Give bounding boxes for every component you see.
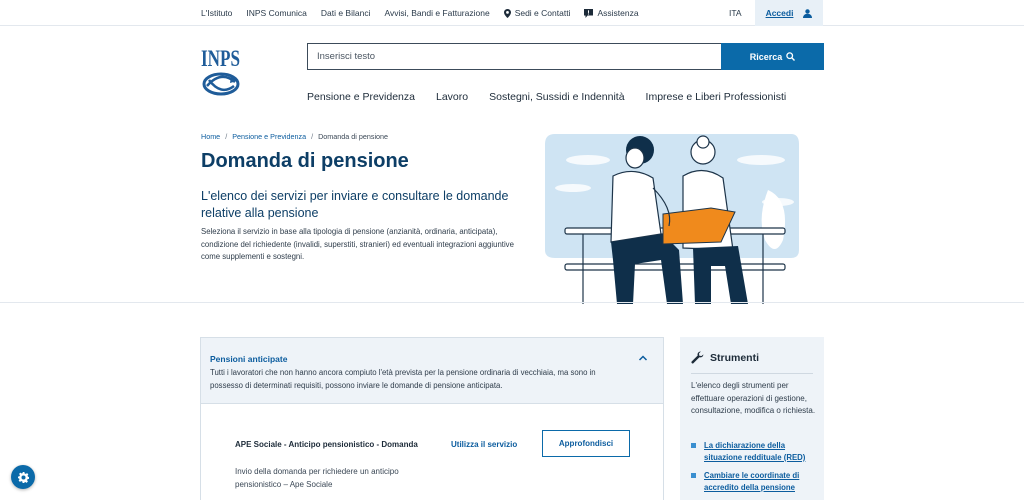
page-intro: Seleziona il servizio in base alla tipol…: [201, 227, 514, 261]
accordion-title: Pensioni anticipate: [210, 354, 288, 364]
breadcrumb: Home / Pensione e Previdenza / Domanda d…: [201, 132, 388, 141]
bullet-icon: [691, 473, 696, 478]
link-istituto[interactable]: L'Istituto: [201, 8, 232, 18]
use-service-link[interactable]: Utilizza il servizio: [451, 440, 517, 449]
tools-title: Strumenti: [710, 351, 760, 364]
service-title: APE Sociale - Anticipo pensionistico - D…: [235, 440, 418, 449]
accordion-pensioni-anticipate: Pensioni anticipate Tutti i lavoratori c…: [200, 337, 664, 500]
accordion-header[interactable]: Pensioni anticipate Tutti i lavoratori c…: [201, 338, 663, 404]
accessibility-settings-button[interactable]: [11, 465, 35, 489]
search-button-label: Ricerca: [749, 51, 783, 62]
link-dati-bilanci[interactable]: Dati e Bilanci: [321, 8, 371, 18]
link-sedi-contatti[interactable]: Sedi e Contatti: [503, 8, 570, 18]
accordion-description: Tutti i lavoratori che non hanno ancora …: [210, 368, 596, 390]
top-utility-bar: L'Istituto INPS Comunica Dati e Bilanci …: [0, 0, 1024, 26]
nav-sostegni[interactable]: Sostegni, Sussidi e Indennità: [489, 91, 624, 105]
search-input[interactable]: Inserisci testo: [307, 43, 722, 70]
utility-links: L'Istituto INPS Comunica Dati e Bilanci …: [201, 0, 653, 26]
inps-logo[interactable]: INPS: [201, 40, 241, 98]
link-assistenza[interactable]: Assistenza: [584, 8, 639, 18]
breadcrumb-current: Domanda di pensione: [318, 132, 389, 141]
bullet-icon: [691, 443, 696, 448]
language-selector[interactable]: ITA: [729, 0, 742, 26]
search-placeholder: Inserisci testo: [317, 51, 376, 62]
svg-text:INPS: INPS: [201, 46, 240, 71]
learn-more-label: Approfondisci: [558, 439, 614, 448]
wrench-icon: [691, 351, 704, 364]
tools-item-label: La dichiarazione della situazione reddit…: [704, 441, 806, 462]
breadcrumb-separator: /: [225, 132, 228, 141]
page-title: Domanda di pensione: [201, 150, 409, 172]
tools-panel: Strumenti L'elenco degli strumenti per e…: [680, 337, 824, 500]
search-button[interactable]: Ricerca: [721, 43, 824, 70]
tools-item-red[interactable]: La dichiarazione della situazione reddit…: [691, 440, 819, 464]
nav-lavoro[interactable]: Lavoro: [436, 91, 468, 105]
service-description: Invio della domanda per richiedere un an…: [235, 467, 399, 489]
tools-header: Strumenti: [691, 351, 759, 364]
tools-list: La dichiarazione della situazione reddit…: [691, 440, 819, 500]
login-label: Accedi: [765, 8, 794, 18]
tools-item-label: Cambiare le coordinate di accredito dell…: [704, 471, 800, 492]
tools-divider: [691, 373, 813, 374]
user-icon: [803, 8, 813, 18]
section-divider: [0, 302, 1024, 303]
page-subtitle: L'elenco dei servizi per inviare e consu…: [201, 189, 509, 220]
breadcrumb-separator: /: [311, 132, 314, 141]
main-navigation: Pensione e Previdenza Lavoro Sostegni, S…: [307, 91, 807, 105]
tools-description: L'elenco degli strumenti per effettuare …: [691, 381, 816, 415]
nav-imprese[interactable]: Imprese e Liberi Professionisti: [646, 91, 787, 105]
breadcrumb-home[interactable]: Home: [201, 132, 220, 141]
breadcrumb-pensione[interactable]: Pensione e Previdenza: [232, 132, 306, 141]
tools-item-coordinate[interactable]: Cambiare le coordinate di accredito dell…: [691, 470, 819, 494]
chevron-up-icon[interactable]: [637, 352, 649, 364]
link-avvisi-bandi[interactable]: Avvisi, Bandi e Fatturazione: [384, 8, 489, 18]
search-icon: [786, 52, 796, 61]
learn-more-button[interactable]: Approfondisci: [542, 430, 630, 457]
link-inps-comunica[interactable]: INPS Comunica: [246, 8, 306, 18]
gear-icon: [17, 471, 29, 483]
login-button[interactable]: Accedi: [755, 0, 823, 26]
nav-pensione-previdenza[interactable]: Pensione e Previdenza: [307, 91, 415, 105]
map-pin-icon: [503, 8, 511, 18]
chat-icon: [584, 8, 594, 18]
hero-illustration: [543, 130, 803, 304]
